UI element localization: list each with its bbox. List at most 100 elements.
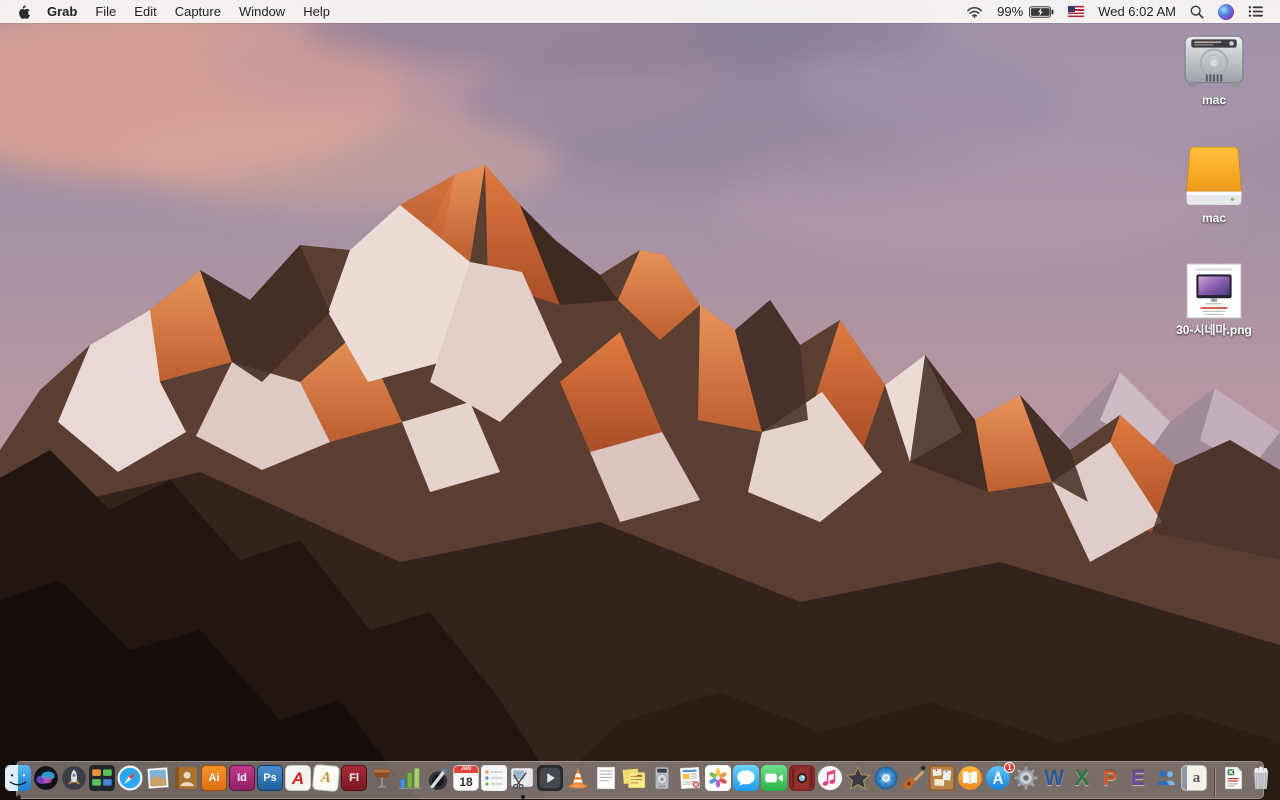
- pages-dock-icon[interactable]: [425, 765, 452, 799]
- font-doc-icon: A: [311, 763, 341, 793]
- photoshop-dock-icon[interactable]: Ps: [257, 765, 284, 799]
- flash-icon: Fl: [341, 765, 367, 791]
- imovie-icon: [845, 765, 871, 791]
- menu-file[interactable]: File: [86, 0, 125, 23]
- illustrator-icon: Ai: [201, 765, 227, 791]
- menu-help[interactable]: Help: [294, 0, 339, 23]
- entourage-dock-icon[interactable]: E: [1125, 765, 1152, 799]
- dictionary-dock-icon[interactable]: a: [1181, 765, 1208, 799]
- apple-logo-icon: [19, 4, 30, 19]
- system-preferences-dock-icon[interactable]: [1013, 765, 1040, 799]
- apple-menu[interactable]: [10, 0, 38, 23]
- corkboard-dock-icon[interactable]: [929, 765, 956, 799]
- acrobat-icon: A: [285, 765, 311, 791]
- input-language-flag[interactable]: [1061, 0, 1091, 23]
- powerpoint-dock-icon[interactable]: P: [1097, 765, 1124, 799]
- siri-icon[interactable]: [1211, 0, 1241, 23]
- font-doc-dock-icon[interactable]: A: [311, 763, 341, 799]
- photo-booth-dock-icon[interactable]: [789, 765, 816, 799]
- dock: Ai Id Ps A A Fl JAN 18 1 W X P Ea: [5, 761, 1269, 799]
- flash-dock-icon[interactable]: Fl: [341, 765, 368, 799]
- macos-desktop[interactable]: { "menu_bar": { "app_name": "Grab", "men…: [0, 0, 1280, 800]
- quicktime-dock-icon[interactable]: [537, 765, 564, 799]
- menu-edit[interactable]: Edit: [125, 0, 165, 23]
- calendar-icon: JAN 18: [453, 765, 479, 791]
- excel-document-icon: [1220, 765, 1246, 791]
- imovie-dock-icon[interactable]: [845, 765, 872, 799]
- menu-capture[interactable]: Capture: [166, 0, 230, 23]
- stickies-dock-icon[interactable]: [621, 765, 648, 799]
- menu-app-grab[interactable]: Grab: [38, 0, 86, 23]
- wifi-icon[interactable]: [959, 0, 990, 23]
- photos-dock-icon[interactable]: [705, 765, 732, 799]
- powerpoint-icon: P: [1097, 765, 1123, 791]
- png-file-icon: [1186, 263, 1242, 319]
- facetime-dock-icon[interactable]: [761, 765, 788, 799]
- numbers-icon: [397, 765, 423, 791]
- preview-icon: [145, 765, 171, 791]
- garageband-icon: [901, 765, 927, 791]
- color-meter-dock-icon[interactable]: [649, 765, 676, 799]
- newsletter-dock-icon[interactable]: [677, 765, 704, 799]
- battery-charging-icon[interactable]: [1027, 0, 1061, 23]
- quicktime-icon: [537, 765, 563, 791]
- garageband-dock-icon[interactable]: [901, 765, 928, 799]
- menubar-clock[interactable]: Wed 6:02 AM: [1091, 0, 1183, 23]
- word-dock-icon[interactable]: W: [1041, 765, 1068, 799]
- spotlight-search-icon[interactable]: [1183, 0, 1211, 23]
- app-store-dock-icon[interactable]: 1: [985, 762, 1015, 799]
- calendar-dock-icon[interactable]: JAN 18: [453, 765, 480, 799]
- notification-center-icon[interactable]: [1241, 0, 1270, 23]
- ibooks-dock-icon[interactable]: [957, 765, 984, 799]
- facetime-icon: [761, 765, 787, 791]
- textedit-dock-icon[interactable]: [593, 765, 620, 799]
- launchpad-dock-icon[interactable]: [61, 765, 88, 799]
- excel-dock-icon[interactable]: X: [1069, 765, 1096, 799]
- illustrator-dock-icon[interactable]: Ai: [201, 765, 228, 799]
- calendar-glyph: 18: [459, 774, 473, 789]
- desktop-icon-internal-drive[interactable]: mac: [1166, 34, 1262, 107]
- safari-dock-icon[interactable]: [117, 765, 144, 799]
- reminders-dock-icon[interactable]: [481, 765, 508, 799]
- acrobat-dock-icon[interactable]: A: [285, 765, 312, 799]
- dvd-player-icon: [873, 765, 899, 791]
- grab-dock-icon[interactable]: [509, 765, 536, 799]
- system-preferences-icon: [1013, 765, 1039, 791]
- dictionary-icon: a: [1181, 765, 1207, 791]
- itunes-dock-icon[interactable]: [817, 765, 844, 799]
- siri-dock-icon[interactable]: [33, 765, 60, 799]
- preview-dock-icon[interactable]: [145, 765, 172, 799]
- numbers-dock-icon[interactable]: [397, 765, 424, 799]
- word-glyph: W: [1044, 766, 1064, 790]
- indesign-glyph: Id: [237, 771, 247, 784]
- indesign-dock-icon[interactable]: Id: [229, 765, 256, 799]
- vlc-dock-icon[interactable]: [565, 765, 592, 799]
- powerpoint-glyph: P: [1102, 766, 1117, 790]
- excel-document-dock-icon[interactable]: [1220, 765, 1247, 799]
- font-doc-glyph: A: [320, 769, 332, 786]
- desktop-icon-label: mac: [1201, 93, 1227, 107]
- finder-running-indicator: [16, 795, 21, 799]
- trash-icon: [1248, 765, 1274, 791]
- launchpad-icon: [61, 765, 87, 791]
- finder-dock-icon[interactable]: [5, 765, 32, 799]
- desktop-icon-external-drive[interactable]: mac: [1166, 146, 1262, 225]
- mission-control-dock-icon[interactable]: [89, 765, 116, 799]
- desktop-icon-label: 30-시네마.png: [1176, 323, 1252, 337]
- grab-running-indicator: [520, 795, 525, 799]
- keynote-dock-icon[interactable]: [369, 765, 396, 799]
- messages-dock-icon[interactable]: [733, 765, 760, 799]
- photoshop-icon: Ps: [257, 765, 283, 791]
- battery-percent[interactable]: 99%: [990, 0, 1027, 23]
- dvd-player-dock-icon[interactable]: [873, 765, 900, 799]
- messenger-dock-icon[interactable]: [1153, 765, 1180, 799]
- trash-dock-icon[interactable]: [1248, 765, 1275, 799]
- desktop-icon-image-file[interactable]: 30-시네마.png: [1166, 262, 1262, 337]
- ibooks-icon: [957, 765, 983, 791]
- menu-window[interactable]: Window: [230, 0, 294, 23]
- illustrator-glyph: Ai: [208, 771, 220, 784]
- external-drive-icon: [1186, 146, 1242, 205]
- desktop-icon-label: mac: [1201, 211, 1227, 225]
- contacts-dock-icon[interactable]: [173, 765, 200, 799]
- newsletter-icon: [677, 765, 703, 791]
